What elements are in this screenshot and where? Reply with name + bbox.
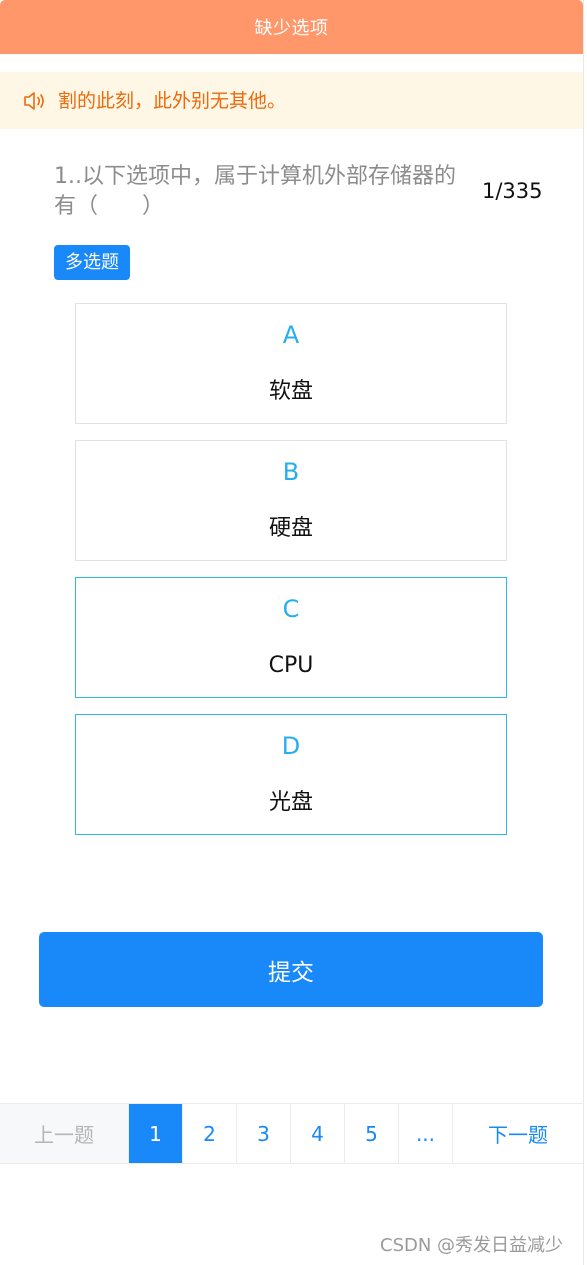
option-d[interactable]: D 光盘 bbox=[75, 714, 507, 835]
question-type-badge: 多选题 bbox=[54, 245, 130, 280]
page-3-button[interactable]: 3 bbox=[237, 1104, 291, 1163]
option-c[interactable]: C CPU bbox=[75, 577, 507, 698]
option-text: 软盘 bbox=[268, 379, 313, 404]
top-nav-bar: 缺少选项 bbox=[0, 0, 583, 54]
page-5-button[interactable]: 5 bbox=[345, 1104, 399, 1163]
notice-bar: 割的此刻，此外别无其他。 bbox=[0, 72, 583, 129]
option-b[interactable]: B 硬盘 bbox=[75, 440, 507, 561]
prev-question-button[interactable]: 上一题 bbox=[0, 1104, 129, 1163]
page-ellipsis[interactable]: ... bbox=[399, 1104, 453, 1163]
right-border-divider bbox=[583, 0, 584, 1265]
pagination: 上一题 1 2 3 4 5 ... 下一题 bbox=[0, 1103, 583, 1164]
option-text: 光盘 bbox=[268, 790, 313, 815]
watermark-text: CSDN @秀发日益减少 bbox=[380, 1235, 564, 1256]
option-letter: A bbox=[282, 321, 300, 349]
option-letter: D bbox=[281, 732, 301, 760]
notice-text: 割的此刻，此外别无其他。 bbox=[58, 90, 287, 112]
speaker-icon bbox=[24, 92, 44, 110]
option-text: CPU bbox=[268, 653, 314, 678]
page-4-button[interactable]: 4 bbox=[291, 1104, 345, 1163]
next-question-button[interactable]: 下一题 bbox=[453, 1104, 583, 1163]
question-counter: 1/335 bbox=[482, 179, 543, 203]
page-2-button[interactable]: 2 bbox=[183, 1104, 237, 1163]
question-text: 1..以下选项中，属于计算机外部存储器的有（ ） bbox=[54, 164, 456, 219]
option-letter: B bbox=[282, 458, 300, 486]
option-a[interactable]: A 软盘 bbox=[75, 303, 507, 424]
page-1-button[interactable]: 1 bbox=[129, 1104, 183, 1163]
page-title: 缺少选项 bbox=[254, 18, 329, 39]
option-text: 硬盘 bbox=[268, 516, 313, 541]
option-letter: C bbox=[282, 595, 300, 623]
submit-button[interactable]: 提交 bbox=[39, 932, 543, 1007]
